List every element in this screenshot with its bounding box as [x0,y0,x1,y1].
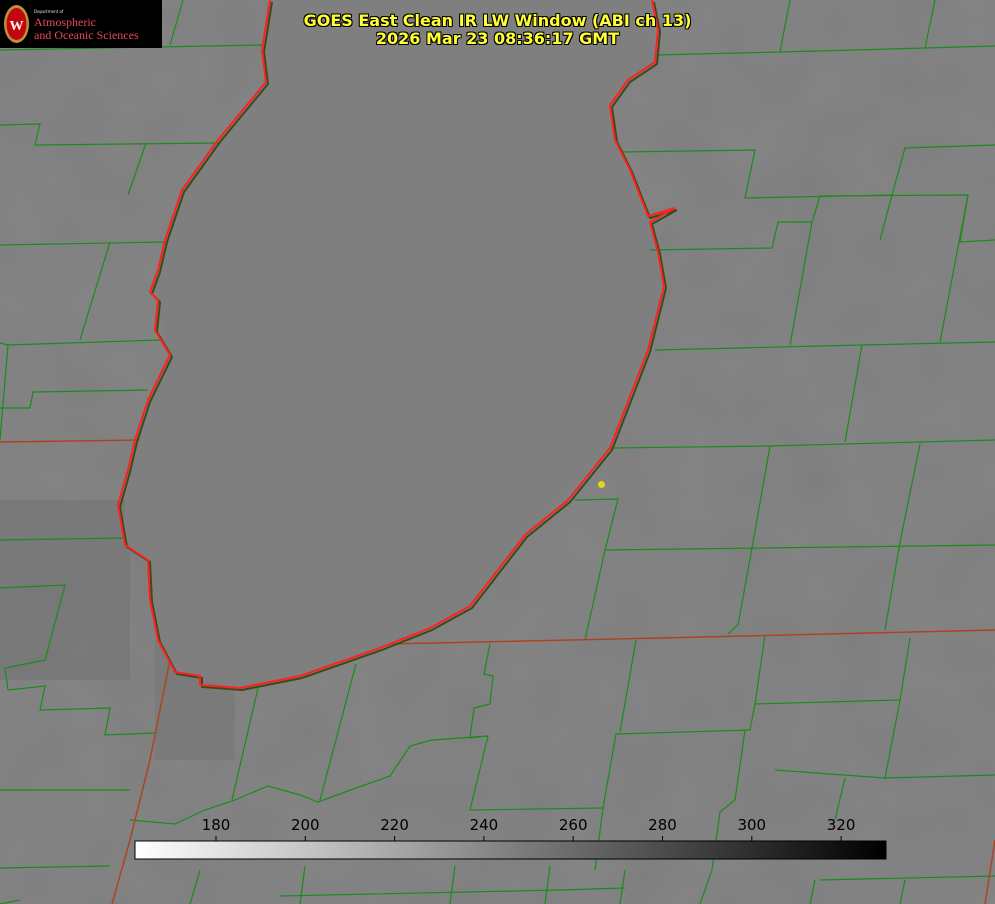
colorbar-ticks [215,836,842,841]
image-title: GOES East Clean IR LW Window (ABI ch 13) [303,11,692,30]
colorbar-tick-label: 320 [826,816,856,834]
map-canvas [0,0,995,904]
colorbar-tick-label: 300 [737,816,767,834]
colorbar-tick-label: 180 [201,816,231,834]
colorbar-tick-label: 240 [469,816,499,834]
colorbar-tick-label: 260 [558,816,588,834]
colorbar-tick-label: 220 [380,816,409,834]
satellite-map-view: W Department of Atmospheric and Oceanic … [0,0,995,904]
image-timestamp: 2026 Mar 23 08:36:17 GMT [375,29,620,48]
colorbar-tick-label: 280 [648,816,677,834]
colorbar-tick-label: 200 [290,816,320,834]
location-marker [598,481,605,488]
cold-cloud-patch [0,500,130,680]
colorbar-gradient [134,840,887,860]
temperature-colorbar [134,836,887,860]
